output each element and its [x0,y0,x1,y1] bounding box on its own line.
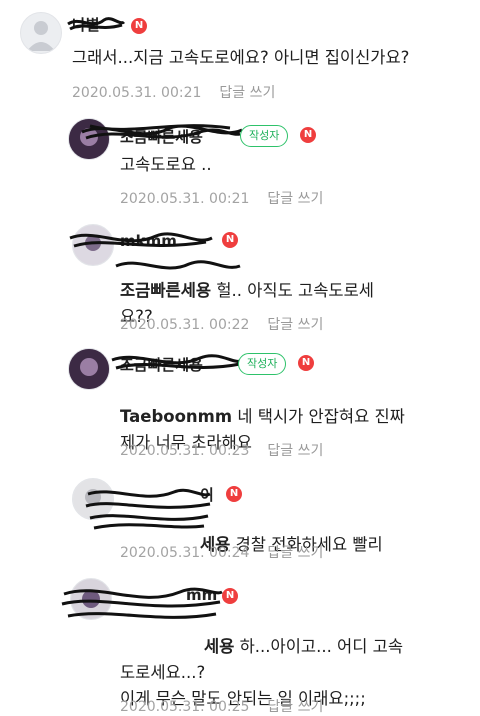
reply-button[interactable]: 답글 쓰기 [267,545,323,561]
comment-meta: 2020.05.31. 00:23 답글 쓰기 [120,440,323,460]
comment-timestamp: 2020.05.31. 00:25 [120,699,250,715]
profile-photo [69,349,109,389]
reply-item: 조금빠른세용 작성자 N 고속도로요 .. 2020.05.31. 00:21 답… [0,110,480,210]
comment-text-first: 네 택시가 안잡혀요 진짜 [232,407,405,426]
default-person-icon [27,21,55,51]
mention-tag[interactable]: 조금빠른세용 [120,281,211,300]
comment-meta: 2020.05.31. 00:24 답글 쓰기 [120,542,323,562]
comment-text: 그래서...지금 고속도로에요? 아니면 집이신가요? [72,48,410,67]
avatar[interactable] [72,478,114,520]
comment-timestamp: 2020.05.31. 00:22 [120,317,250,333]
avatar[interactable] [72,224,114,266]
comment-meta: 2020.05.31. 00:21 답글 쓰기 [72,82,275,102]
author-badge: 작성자 [240,125,289,147]
comment-timestamp: 2020.05.31. 00:24 [120,545,250,561]
reply-button[interactable]: 답글 쓰기 [267,699,323,715]
comment-author-name[interactable]: 이 [200,484,214,505]
comment-meta: 2020.05.31. 00:21 답글 쓰기 [120,188,323,208]
reply-item: 조금빠른세용 작성자 N Taeboonmm 네 택시가 안잡혀요 진짜 제가 너… [0,342,480,464]
reply-button[interactable]: 답글 쓰기 [267,191,323,207]
comment-author-name[interactable]: 조금빠른세용 [120,354,203,375]
profile-photo [73,225,113,265]
comment-author-name[interactable]: 나별 [72,14,100,35]
comment-timestamp: 2020.05.31. 00:21 [72,85,202,101]
new-badge: N [300,127,316,143]
profile-photo [69,119,109,159]
new-badge: N [226,486,242,502]
comment-text-first: 헐.. 아직도 고속도로세 [211,281,374,300]
profile-photo [73,479,113,519]
profile-photo [71,579,111,619]
comment-timestamp: 2020.05.31. 00:23 [120,443,250,459]
comment-author-name[interactable]: mm [186,586,217,604]
reply-button[interactable]: 답글 쓰기 [267,317,323,333]
reply-item: mm N 세용 하...아이고... 어디 고속 도로세요...? 이게 무슨 말… [0,572,480,715]
reply-button[interactable]: 답글 쓰기 [267,443,323,459]
mention-tag[interactable]: Taeboonmm [120,407,232,426]
avatar[interactable] [68,118,110,160]
comment-author-name[interactable]: mkmm [120,232,177,250]
reply-button[interactable]: 답글 쓰기 [219,85,275,101]
reply-item: 이 N 세용 경찰 전화하세요 빨리 2020.05.31. 00:24 답글 쓰… [0,470,480,570]
mention-tag[interactable]: 세용 [204,637,234,656]
comment-text: 고속도로요 .. [120,155,212,174]
comment-meta: 2020.05.31. 00:22 답글 쓰기 [120,314,323,334]
comment-timestamp: 2020.05.31. 00:21 [120,191,250,207]
avatar[interactable] [70,578,112,620]
reply-item: mkmm N 조금빠른세용 헐.. 아직도 고속도로세 요?? 2020.05.3… [0,218,480,340]
new-badge: N [298,355,314,371]
comment-meta: 2020.05.31. 00:25 답글 쓰기 [120,696,323,716]
author-badge: 작성자 [238,353,287,375]
avatar[interactable] [68,348,110,390]
avatar[interactable] [20,12,62,54]
comment-text-first: 하...아이고... 어디 고속 [234,637,404,656]
new-badge: N [131,18,147,34]
comment-item: 나별 N 그래서...지금 고속도로에요? 아니면 집이신가요? 2020.05… [0,0,480,105]
comment-author-name[interactable]: 조금빠른세용 [120,126,203,147]
new-badge: N [222,232,238,248]
new-badge: N [222,588,238,604]
